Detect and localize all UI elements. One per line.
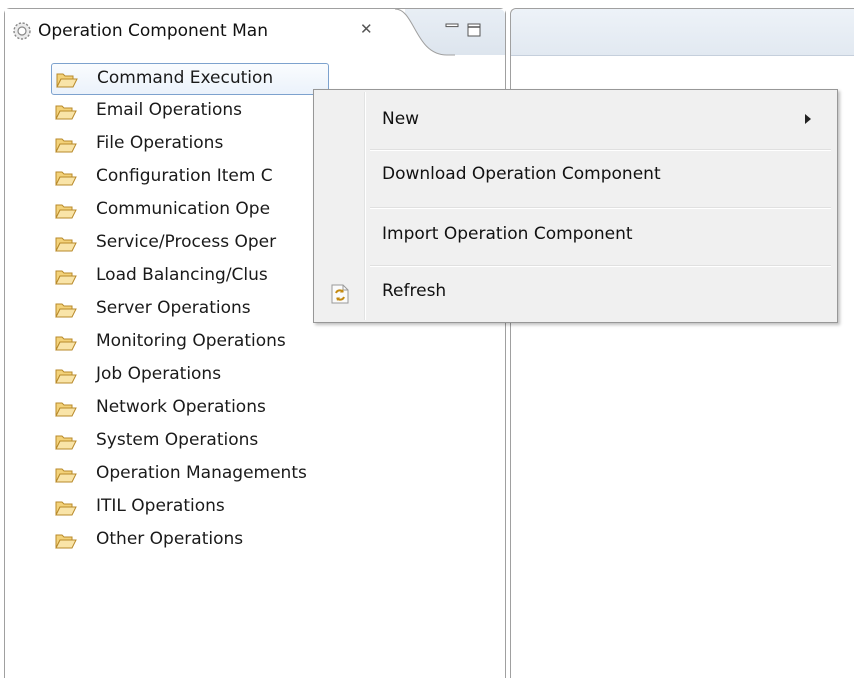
menu-item-label: Refresh <box>382 281 447 301</box>
folder-open-icon <box>55 270 77 285</box>
folder-open-icon <box>55 402 77 417</box>
folder-open-icon <box>55 105 77 120</box>
menu-item-new[interactable]: New <box>316 92 835 148</box>
minimize-icon[interactable] <box>445 23 459 33</box>
menu-item-label: Import Operation Component <box>382 224 633 244</box>
editor-tab-bar <box>511 9 854 56</box>
menu-item-label: New <box>382 109 420 129</box>
tree-item-label: Network Operations <box>96 397 266 417</box>
tree-item-label: File Operations <box>96 133 224 153</box>
tree-item-label: Other Operations <box>96 529 244 549</box>
folder-open-icon <box>55 534 77 549</box>
folder-open-icon <box>55 138 77 153</box>
tree-item-label: Command Execution <box>97 68 274 88</box>
folder-open-icon <box>56 73 78 88</box>
folder-open-icon <box>55 369 77 384</box>
view-tab-bar: Operation Component Man ✕ <box>5 9 505 56</box>
tab-edge <box>375 9 455 56</box>
tree-item-label: Job Operations <box>96 364 222 384</box>
menu-item-label: Download Operation Component <box>382 164 661 184</box>
tree-item-label: Monitoring Operations <box>96 331 286 351</box>
submenu-arrow-icon <box>805 114 811 124</box>
tree-item-label: Operation Managements <box>96 463 307 483</box>
folder-open-icon <box>55 303 77 318</box>
workbench: Operation Component Man ✕ Command Execut… <box>0 0 854 678</box>
close-icon[interactable]: ✕ <box>360 21 376 37</box>
menu-item-import-operation-component[interactable]: Import Operation Component <box>316 209 835 265</box>
tree-item-label: Email Operations <box>96 100 243 120</box>
tree-item-label: ITIL Operations <box>96 496 225 516</box>
folder-open-icon <box>55 171 77 186</box>
refresh-icon <box>331 284 349 304</box>
context-menu: New Download Operation Component Import … <box>313 89 838 323</box>
maximize-icon[interactable] <box>467 23 481 37</box>
folder-open-icon <box>55 336 77 351</box>
folder-open-icon <box>55 237 77 252</box>
tree-item-label: Configuration Item C <box>96 166 273 186</box>
tree-item[interactable]: Command Execution <box>51 63 329 95</box>
view-title: Operation Component Man <box>38 21 268 41</box>
folder-open-icon <box>55 501 77 516</box>
folder-open-icon <box>55 435 77 450</box>
tree-item-label: Service/Process Oper <box>96 232 277 252</box>
view-tab[interactable]: Operation Component Man ✕ <box>5 9 405 55</box>
tree-item-label: System Operations <box>96 430 259 450</box>
folder-open-icon <box>55 204 77 219</box>
menu-item-download-operation-component[interactable]: Download Operation Component <box>316 151 835 207</box>
tree-item-label: Server Operations <box>96 298 251 318</box>
gear-icon <box>13 22 31 40</box>
tree-item-label: Load Balancing/Clus <box>96 265 268 285</box>
folder-open-icon <box>55 468 77 483</box>
menu-item-refresh[interactable]: Refresh <box>316 267 835 323</box>
tree-item-label: Communication Ope <box>96 199 271 219</box>
